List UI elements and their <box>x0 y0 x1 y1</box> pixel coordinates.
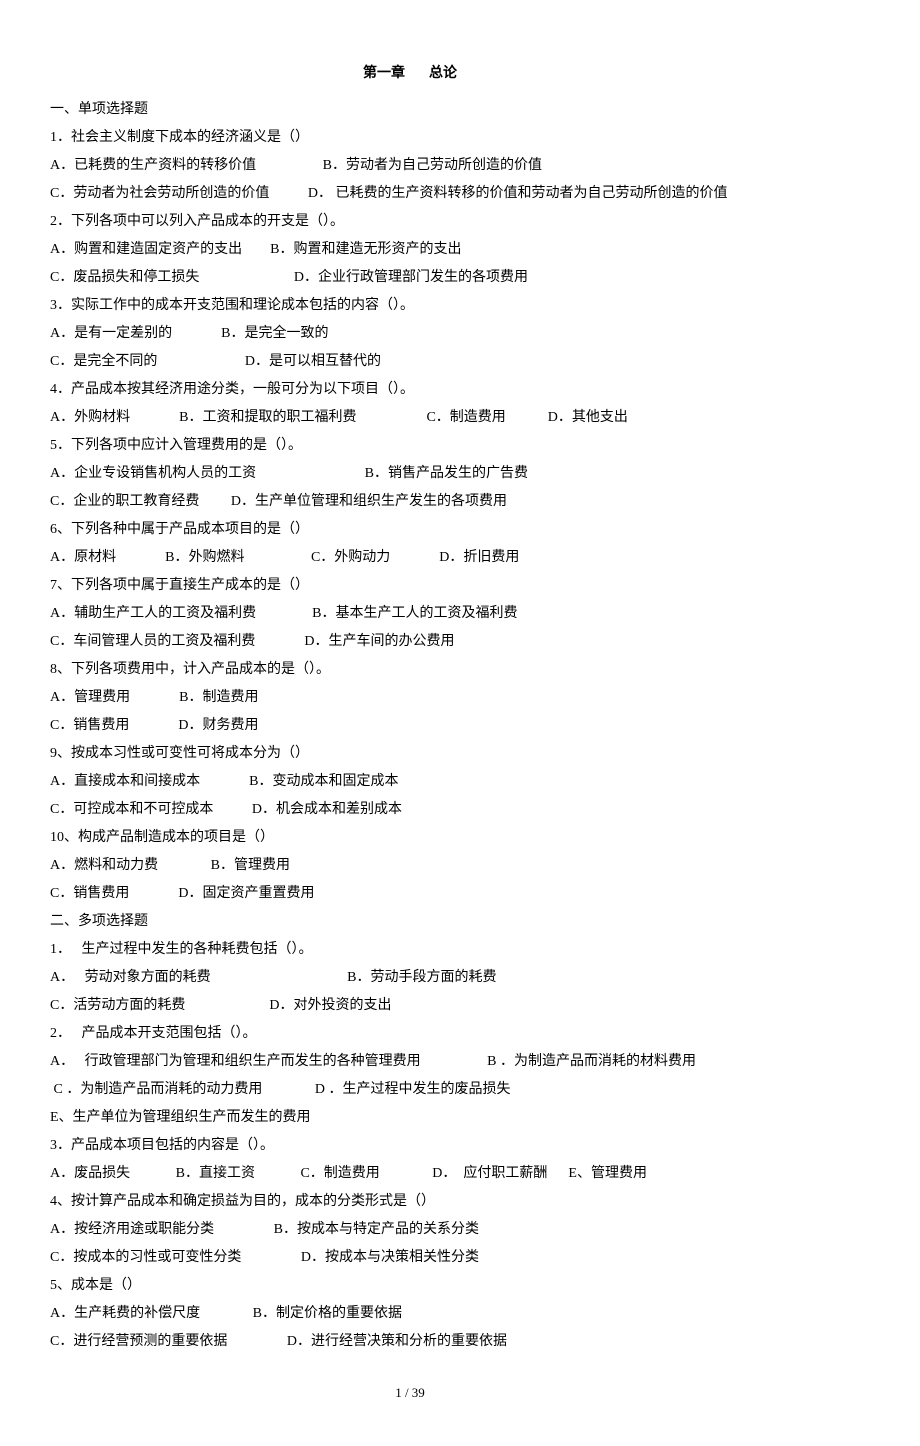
text-line: A．企业专设销售机构人员的工资 B．销售产品发生的广告费 <box>50 460 770 488</box>
text-line: C．车间管理人员的工资及福利费 D．生产车间的办公费用 <box>50 628 770 656</box>
text-line: C．按成本的习性或可变性分类 D．按成本与决策相关性分类 <box>50 1244 770 1272</box>
text-line: A．废品损失 B．直接工资 C．制造费用 D． 应付职工薪酬 E、管理费用 <box>50 1160 770 1188</box>
text-line: 9、按成本习性或可变性可将成本分为（） <box>50 740 770 768</box>
text-line: A．购置和建造固定资产的支出 B．购置和建造无形资产的支出 <box>50 236 770 264</box>
text-line: C．进行经营预测的重要依据 D．进行经营决策和分析的重要依据 <box>50 1328 770 1356</box>
text-line: E、生产单位为管理组织生产而发生的费用 <box>50 1104 770 1132</box>
text-line: A．生产耗费的补偿尺度 B．制定价格的重要依据 <box>50 1300 770 1328</box>
text-line: A．按经济用途或职能分类 B．按成本与特定产品的关系分类 <box>50 1216 770 1244</box>
text-line: A． 行政管理部门为管理和组织生产而发生的各种管理费用 B ．为制造产品而消耗的… <box>50 1048 770 1076</box>
text-line: C．活劳动方面的耗费 D．对外投资的支出 <box>50 992 770 1020</box>
page-footer: 1 / 39 <box>50 1380 770 1406</box>
text-line: 2． 产品成本开支范围包括（）。 <box>50 1020 770 1048</box>
text-line: 5．下列各项中应计入管理费用的是（）。 <box>50 432 770 460</box>
text-line: 3．实际工作中的成本开支范围和理论成本包括的内容（）。 <box>50 292 770 320</box>
text-line: 4、按计算产品成本和确定损益为目的，成本的分类形式是（） <box>50 1188 770 1216</box>
text-line: 1．社会主义制度下成本的经济涵义是（） <box>50 124 770 152</box>
text-line: 二、多项选择题 <box>50 908 770 936</box>
text-line: C．废品损失和停工损失 D．企业行政管理部门发生的各项费用 <box>50 264 770 292</box>
text-line: A．直接成本和间接成本 B．变动成本和固定成本 <box>50 768 770 796</box>
text-line: 8、下列各项费用中，计入产品成本的是（）。 <box>50 656 770 684</box>
text-line: C．企业的职工教育经费 D．生产单位管理和组织生产发生的各项费用 <box>50 488 770 516</box>
text-line: A．辅助生产工人的工资及福利费 B．基本生产工人的工资及福利费 <box>50 600 770 628</box>
text-line: 5、成本是（） <box>50 1272 770 1300</box>
chapter-title: 第一章 总论 <box>50 60 770 88</box>
text-line: 1． 生产过程中发生的各种耗费包括（）。 <box>50 936 770 964</box>
text-line: C．销售费用 D．固定资产重置费用 <box>50 880 770 908</box>
text-line: C．销售费用 D．财务费用 <box>50 712 770 740</box>
title-part2: 总论 <box>429 66 457 81</box>
text-line: 6、下列各种中属于产品成本项目的是（） <box>50 516 770 544</box>
text-line: C．劳动者为社会劳动所创造的价值 D． 已耗费的生产资料转移的价值和劳动者为自己… <box>50 180 770 208</box>
text-line: A．原材料 B．外购燃料 C．外购动力 D．折旧费用 <box>50 544 770 572</box>
text-line: 一、单项选择题 <box>50 96 770 124</box>
text-line: 7、下列各项中属于直接生产成本的是（） <box>50 572 770 600</box>
text-line: 3．产品成本项目包括的内容是（）。 <box>50 1132 770 1160</box>
text-line: 10、构成产品制造成本的项目是（） <box>50 824 770 852</box>
text-line: C．是完全不同的 D．是可以相互替代的 <box>50 348 770 376</box>
text-line: 4．产品成本按其经济用途分类，一般可分为以下项目（）。 <box>50 376 770 404</box>
text-line: A．已耗费的生产资料的转移价值 B．劳动者为自己劳动所创造的价值 <box>50 152 770 180</box>
text-line: A． 劳动对象方面的耗费 B．劳动手段方面的耗费 <box>50 964 770 992</box>
text-line: A．燃料和动力费 B．管理费用 <box>50 852 770 880</box>
title-part1: 第一章 <box>363 66 405 81</box>
text-line: C ．为制造产品而消耗的动力费用 D ．生产过程中发生的废品损失 <box>50 1076 770 1104</box>
text-line: A．是有一定差别的 B．是完全一致的 <box>50 320 770 348</box>
text-line: C．可控成本和不可控成本 D．机会成本和差别成本 <box>50 796 770 824</box>
document-body: 一、单项选择题1．社会主义制度下成本的经济涵义是（）A．已耗费的生产资料的转移价… <box>50 96 770 1356</box>
text-line: A．管理费用 B．制造费用 <box>50 684 770 712</box>
text-line: 2．下列各项中可以列入产品成本的开支是（）。 <box>50 208 770 236</box>
text-line: A．外购材料 B．工资和提取的职工福利费 C．制造费用 D．其他支出 <box>50 404 770 432</box>
